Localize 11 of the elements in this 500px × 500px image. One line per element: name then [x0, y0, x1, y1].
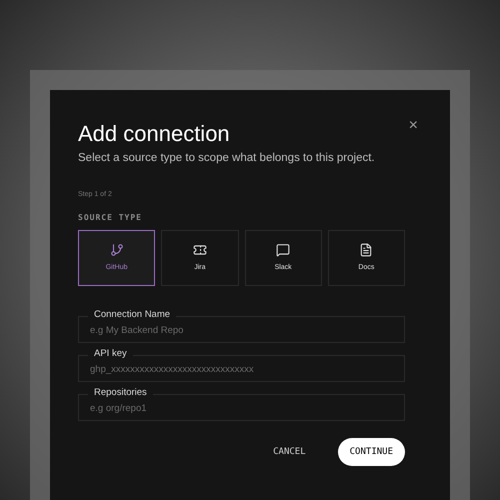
document-icon [359, 243, 374, 257]
chat-bubble-icon [276, 243, 290, 257]
ticket-icon [192, 243, 207, 257]
section-label: SOURCE TYPE [78, 212, 143, 224]
text-field[interactable]: e.g My Backend Repo [78, 316, 405, 344]
cancel-button[interactable]: CANCEL [261, 438, 318, 466]
branch-icon [110, 243, 124, 257]
dialog-subtitle: Select a source type to scope what belongs to this project. [78, 150, 376, 166]
dialog-title: Add connection [78, 120, 230, 148]
continue-button[interactable]: CONTINUE [338, 438, 405, 466]
close-button[interactable]: × [408, 118, 418, 134]
